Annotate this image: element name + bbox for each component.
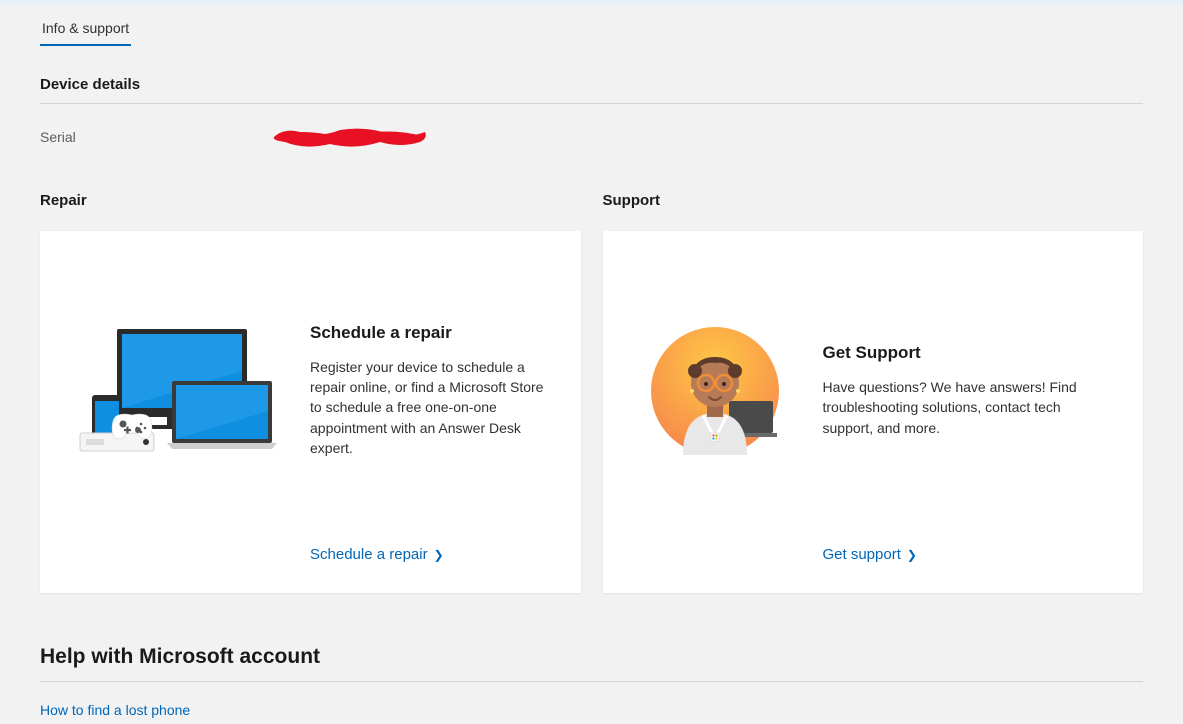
- help-section: Help with Microsoft account How to find …: [40, 645, 1143, 718]
- support-column: Support: [603, 192, 1144, 593]
- get-support-link[interactable]: Get support ❯: [823, 546, 917, 563]
- schedule-repair-link[interactable]: Schedule a repair ❯: [310, 546, 444, 563]
- tab-info-support[interactable]: Info & support: [40, 14, 131, 46]
- support-illustration: [635, 316, 795, 466]
- serial-value-redacted: [270, 124, 430, 150]
- support-heading: Support: [603, 192, 1144, 209]
- help-heading: Help with Microsoft account: [40, 645, 1143, 682]
- get-support-link-label: Get support: [823, 546, 901, 563]
- device-details-heading: Device details: [40, 76, 1143, 104]
- serial-row: Serial: [40, 122, 1143, 152]
- support-card-desc: Have questions? We have answers! Find tr…: [823, 377, 1112, 438]
- support-card-title: Get Support: [823, 343, 1112, 363]
- support-card: Get Support Have questions? We have answ…: [603, 231, 1144, 593]
- repair-card-title: Schedule a repair: [310, 323, 549, 343]
- lost-phone-link-label: How to find a lost phone: [40, 702, 190, 718]
- schedule-repair-link-label: Schedule a repair: [310, 546, 428, 563]
- devices-illustration: [72, 316, 282, 466]
- repair-card: Schedule a repair Register your device t…: [40, 231, 581, 593]
- repair-card-desc: Register your device to schedule a repai…: [310, 357, 549, 458]
- chevron-right-icon: ❯: [907, 548, 917, 562]
- tab-bar: Info & support: [40, 0, 1143, 46]
- lost-phone-link[interactable]: How to find a lost phone: [40, 702, 1143, 718]
- serial-label: Serial: [40, 129, 270, 145]
- repair-heading: Repair: [40, 192, 581, 209]
- tab-label: Info & support: [42, 20, 129, 36]
- chevron-right-icon: ❯: [434, 548, 444, 562]
- repair-column: Repair: [40, 192, 581, 593]
